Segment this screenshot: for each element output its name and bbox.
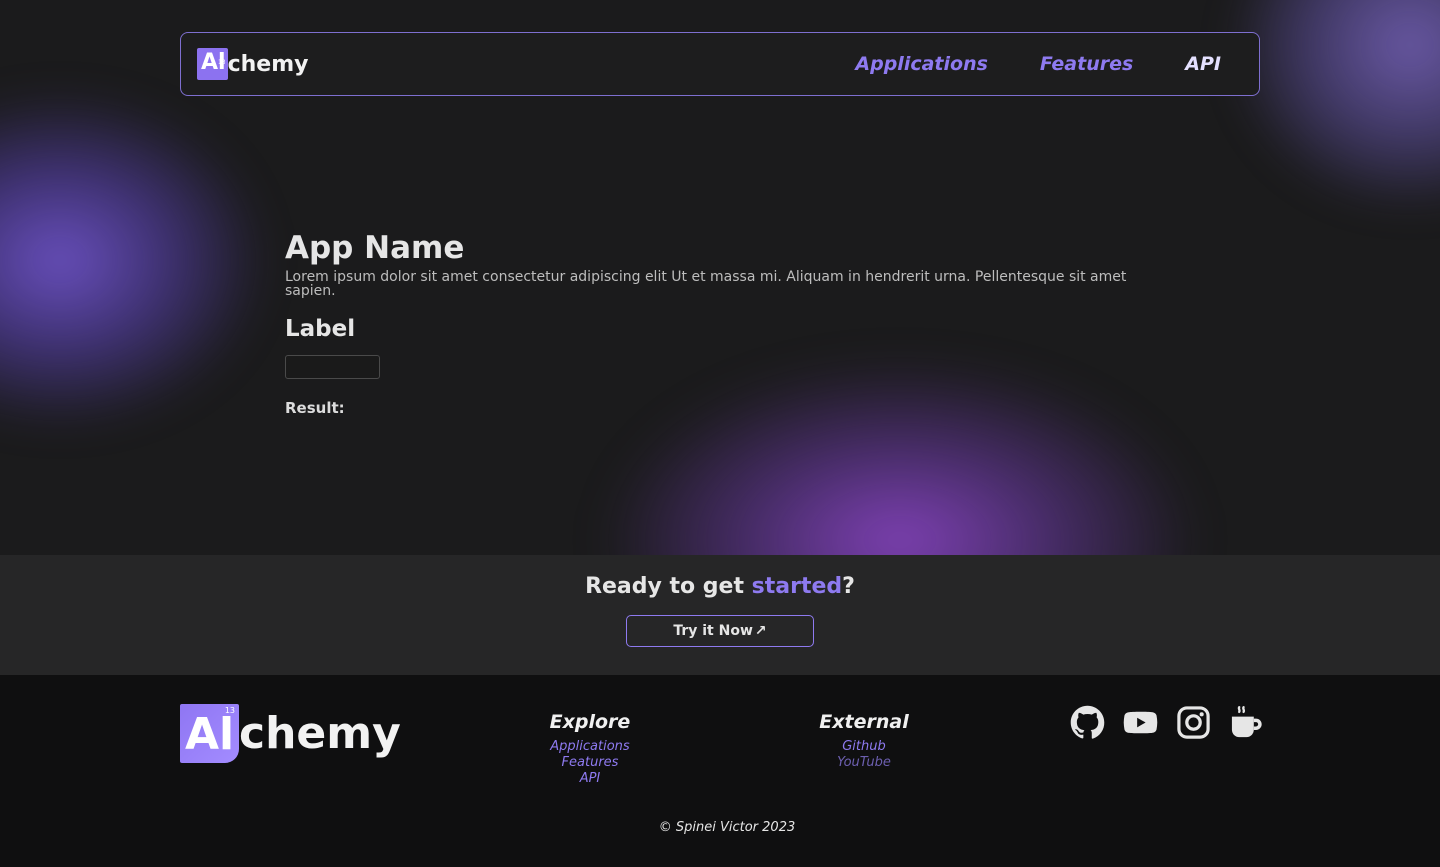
youtube-icon[interactable] (1123, 705, 1158, 740)
footer-logo-badge: Al 13 (180, 704, 239, 763)
app-description: Lorem ipsum dolor sit amet consectetur a… (285, 269, 1127, 299)
app-title: App Name (285, 230, 465, 266)
nav-link-api[interactable]: API (1185, 53, 1221, 75)
footer-external-title: External (819, 711, 909, 733)
cta-title: Ready to get started? (585, 574, 855, 599)
footer-explore-title: Explore (549, 711, 631, 733)
nav-links: Applications Features API (855, 53, 1221, 75)
footer-link-applications[interactable]: Applications (510, 739, 670, 755)
cta-title-accent: started (751, 574, 843, 599)
glow-right (1230, 0, 1440, 210)
cta-section: Ready to get started? Try it Now ↗ (0, 555, 1440, 675)
hero-section: Al 13 chemy Applications Features API App… (0, 0, 1440, 555)
field-label: Label (285, 316, 356, 342)
nav-link-applications[interactable]: Applications (855, 53, 988, 75)
footer-link-github[interactable]: Github (784, 739, 944, 755)
instagram-icon[interactable] (1176, 705, 1211, 740)
brand-badge-number: 13 (217, 59, 226, 66)
glow-left (0, 90, 270, 430)
page: Al 13 chemy Applications Features API App… (0, 0, 1440, 867)
app-content: App Name Lorem ipsum dolor sit amet cons… (285, 230, 1185, 417)
footer-link-features[interactable]: Features (510, 755, 670, 771)
footer-explore: Explore Applications Features API (510, 711, 670, 787)
copyright: © Spinei Victor 2023 (658, 820, 796, 835)
footer-link-api[interactable]: API (510, 771, 670, 787)
navbar: Al 13 chemy Applications Features API (180, 32, 1260, 96)
brand-name: chemy (227, 51, 309, 77)
footer: Al 13 chemy Explore Applications Features… (0, 675, 1440, 867)
arrow-up-right-icon: ↗ (754, 623, 767, 639)
footer-logo[interactable]: Al 13 chemy (180, 704, 401, 763)
social-links (1070, 705, 1264, 740)
github-icon[interactable] (1070, 705, 1105, 740)
brand-logo[interactable]: Al 13 chemy (197, 48, 308, 80)
label-input[interactable] (285, 355, 380, 379)
result-label: Result: (285, 399, 345, 417)
coffee-icon[interactable] (1229, 705, 1264, 740)
footer-link-youtube[interactable]: YouTube (784, 755, 944, 771)
try-it-now-button[interactable]: Try it Now ↗ (626, 615, 814, 647)
brand-badge: Al 13 (197, 48, 228, 80)
footer-logo-badge-number: 13 (224, 706, 235, 715)
nav-link-features[interactable]: Features (1040, 53, 1133, 75)
footer-logo-name: chemy (239, 708, 401, 759)
try-it-now-label: Try it Now (673, 623, 753, 639)
footer-external: External Github YouTube (784, 711, 944, 771)
